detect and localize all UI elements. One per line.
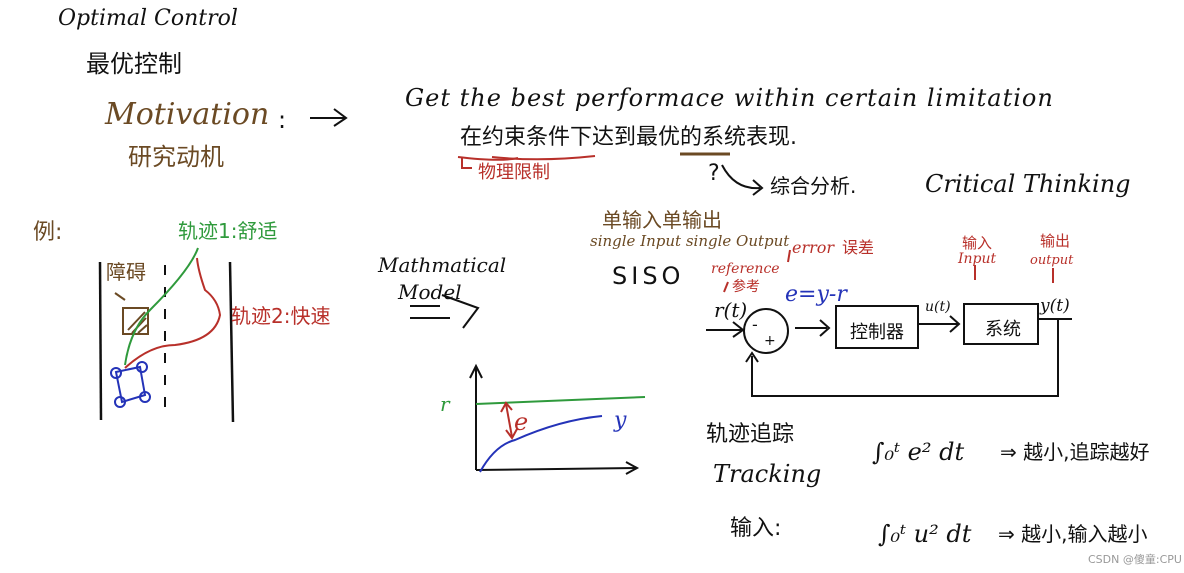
tracking-en: Tracking [713,460,822,488]
plus-sign: + [764,333,776,349]
graph-e-label: e [514,408,529,436]
error-equation: e=y-r [785,282,847,307]
trajectory1-label: 轨迹1:舒适 [178,219,278,243]
y-signal: y(t) [1040,296,1070,316]
tracking-zh: 轨迹追踪 [706,422,795,447]
output-curve [479,415,603,473]
input-result: ⇒ 越小,输入越小 [998,522,1148,546]
constraint-note: 物理限制 [478,162,550,183]
car [110,361,151,408]
error-en: error [792,238,835,257]
motivation-statement-en: Get the best performace within certain l… [405,84,1054,112]
input-en: Input [958,251,997,267]
question-mark: ? [708,161,720,186]
tracking-integral: ∫₀ᵗ e² dt [872,438,965,466]
reference-en: reference [711,261,780,277]
motivation-statement-zh: 在约束条件下达到最优的系统表现. [460,125,797,150]
example-label: 例: [33,220,63,245]
graph-r-label: r [440,392,450,416]
controller-label: 控制器 [850,322,904,343]
input-integral: ∫₀ᵗ u² dt [878,520,972,548]
siso-en: single Input single Output [590,232,790,250]
trajectory2-label: 轨迹2:快速 [231,304,331,328]
siso-zh: 单输入单输出 [602,208,722,232]
siso-abbr: SISO [612,262,685,290]
model-label-line1: Mathmatical [378,253,507,277]
r-signal: r(t) [714,298,748,322]
model-label-line2: Model [398,280,462,304]
output-zh: 输出 [1040,232,1071,250]
minus-sign: - [752,315,758,334]
constraint-hook [461,158,472,169]
analysis-arrow [721,164,761,190]
watermark: CSDN @傻童:CPU [1088,553,1182,566]
graph-y-label: y [614,408,627,433]
obstacle-label: 障碍 [106,260,146,284]
analysis-zh: 综合分析. [770,174,857,198]
tracking-result: ⇒ 越小,追踪越好 [1000,440,1150,464]
input-zh: 输入 [962,234,993,252]
error-zh: 误差 [842,238,875,257]
output-en: output [1030,253,1074,268]
input-cost-label: 输入: [730,516,782,541]
u-signal: u(t) [925,299,951,315]
reference-zh: 参考 [732,279,760,295]
motivation-arrow [310,108,348,127]
block-diagram [706,249,1072,397]
analysis-en: Critical Thinking [925,170,1131,198]
reference-line [475,396,646,405]
system-label: 系统 [985,319,1021,340]
